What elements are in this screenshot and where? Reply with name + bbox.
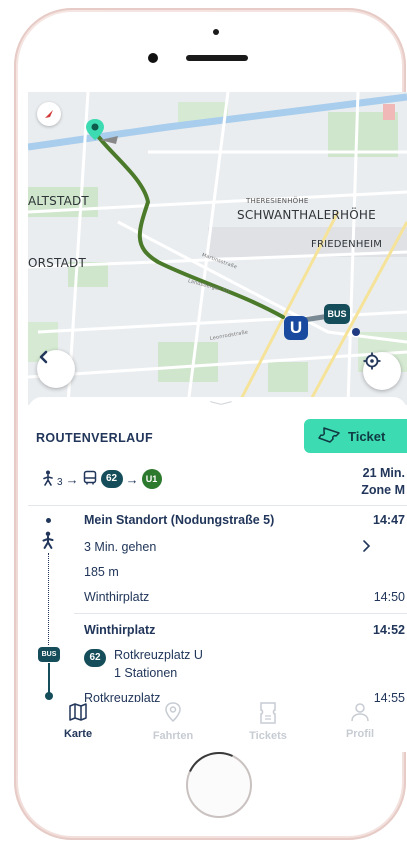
bus-badge: BUS	[38, 647, 60, 662]
leg1-end-stop: Winthirplatz	[84, 590, 150, 604]
leg1-distance: 185 m	[84, 565, 119, 579]
leg2-stations[interactable]: 1 Stationen	[114, 666, 177, 680]
route-duration-zone: 21 Min. Zone M	[361, 465, 405, 499]
route-summary: 3 → 62 → U1	[42, 465, 162, 493]
arrow-right-icon: →	[65, 471, 79, 487]
home-button[interactable]	[186, 752, 252, 818]
walking-person-icon	[41, 531, 55, 553]
earpiece-speaker	[186, 55, 248, 61]
leg2-direction: Rotkreuzplatz U	[114, 648, 203, 662]
destination-pin-icon	[84, 118, 106, 142]
district-vorstadt: ORSTADT	[28, 256, 86, 270]
leg1-walk-duration[interactable]: 3 Min. gehen	[84, 540, 156, 554]
arrow-right-icon: →	[125, 471, 139, 487]
tab-profil[interactable]: Profil	[320, 702, 400, 740]
back-button[interactable]	[37, 350, 75, 388]
timeline-bus-line	[48, 663, 50, 693]
ticket-icon	[259, 702, 277, 728]
tab-label: Fahrten	[152, 730, 194, 742]
bus-icon	[82, 470, 98, 489]
timeline-start-dot	[46, 518, 51, 523]
route-details-sheet[interactable]: ROUTENVERLAUF Ticket 3 → 62 → U1 21 Min.…	[28, 397, 407, 752]
tab-label: Karte	[63, 728, 93, 740]
leg2-start-title: Winthirplatz	[84, 623, 156, 637]
timeline-bus-end-dot	[45, 692, 53, 700]
divider	[74, 613, 407, 614]
tab-label: Tickets	[249, 730, 287, 742]
bottom-tab-bar: Karte Fahrten Tickets Profil	[28, 702, 407, 752]
tab-label: Profil	[345, 728, 375, 740]
timeline-walk-line	[48, 553, 49, 645]
ubahn-station-marker[interactable]: U	[284, 316, 308, 340]
district-altstadt: ALTSTADT	[28, 194, 89, 208]
walk-minutes: 3	[57, 476, 63, 488]
route-duration: 21 Min.	[362, 466, 405, 480]
sheet-drag-handle[interactable]	[203, 401, 239, 405]
divider	[28, 505, 407, 506]
route-zone: Zone M	[361, 483, 405, 497]
leg1-start-time: 14:47	[373, 513, 405, 527]
district-friedenheim: FRIEDENHEIM	[311, 239, 383, 250]
chevron-right-icon[interactable]	[362, 538, 372, 557]
section-title: ROUTENVERLAUF	[36, 431, 154, 445]
tab-fahrten[interactable]: Fahrten	[133, 702, 213, 742]
bus-line-badge: 62	[100, 470, 123, 488]
ticket-button-label: Ticket	[348, 428, 386, 444]
location-pin-icon	[163, 702, 183, 728]
leg2-line-badge: 62	[84, 649, 106, 667]
route-map[interactable]: ALTSTADT THERESIENHÖHE SCHWANTHALERHÖHE …	[28, 92, 407, 405]
bus-stop-marker[interactable]: BUS	[324, 304, 350, 324]
proximity-sensor	[148, 53, 158, 63]
compass-icon[interactable]	[37, 102, 61, 126]
leg2-start-time: 14:52	[373, 623, 405, 637]
front-camera	[213, 29, 219, 35]
person-icon	[350, 703, 370, 726]
locate-me-button[interactable]	[363, 352, 401, 390]
district-theresienhoehe: THERESIENHÖHE	[246, 197, 309, 205]
ticket-button[interactable]: Ticket	[304, 419, 407, 453]
leg1-end-time: 14:50	[373, 590, 405, 604]
tab-tickets[interactable]: Tickets	[228, 702, 308, 742]
ubahn-line-badge: U1	[141, 469, 162, 489]
district-schwanthalerhoehe: SCHWANTHALERHÖHE	[237, 208, 376, 222]
map-icon	[68, 703, 88, 726]
ticket-icon	[318, 426, 340, 446]
walking-person-icon	[42, 470, 54, 489]
app-screen: ALTSTADT THERESIENHÖHE SCHWANTHALERHÖHE …	[28, 92, 407, 752]
tab-karte[interactable]: Karte	[38, 702, 118, 740]
leg1-start-title: Mein Standort (Nodungstraße 5)	[84, 513, 275, 527]
